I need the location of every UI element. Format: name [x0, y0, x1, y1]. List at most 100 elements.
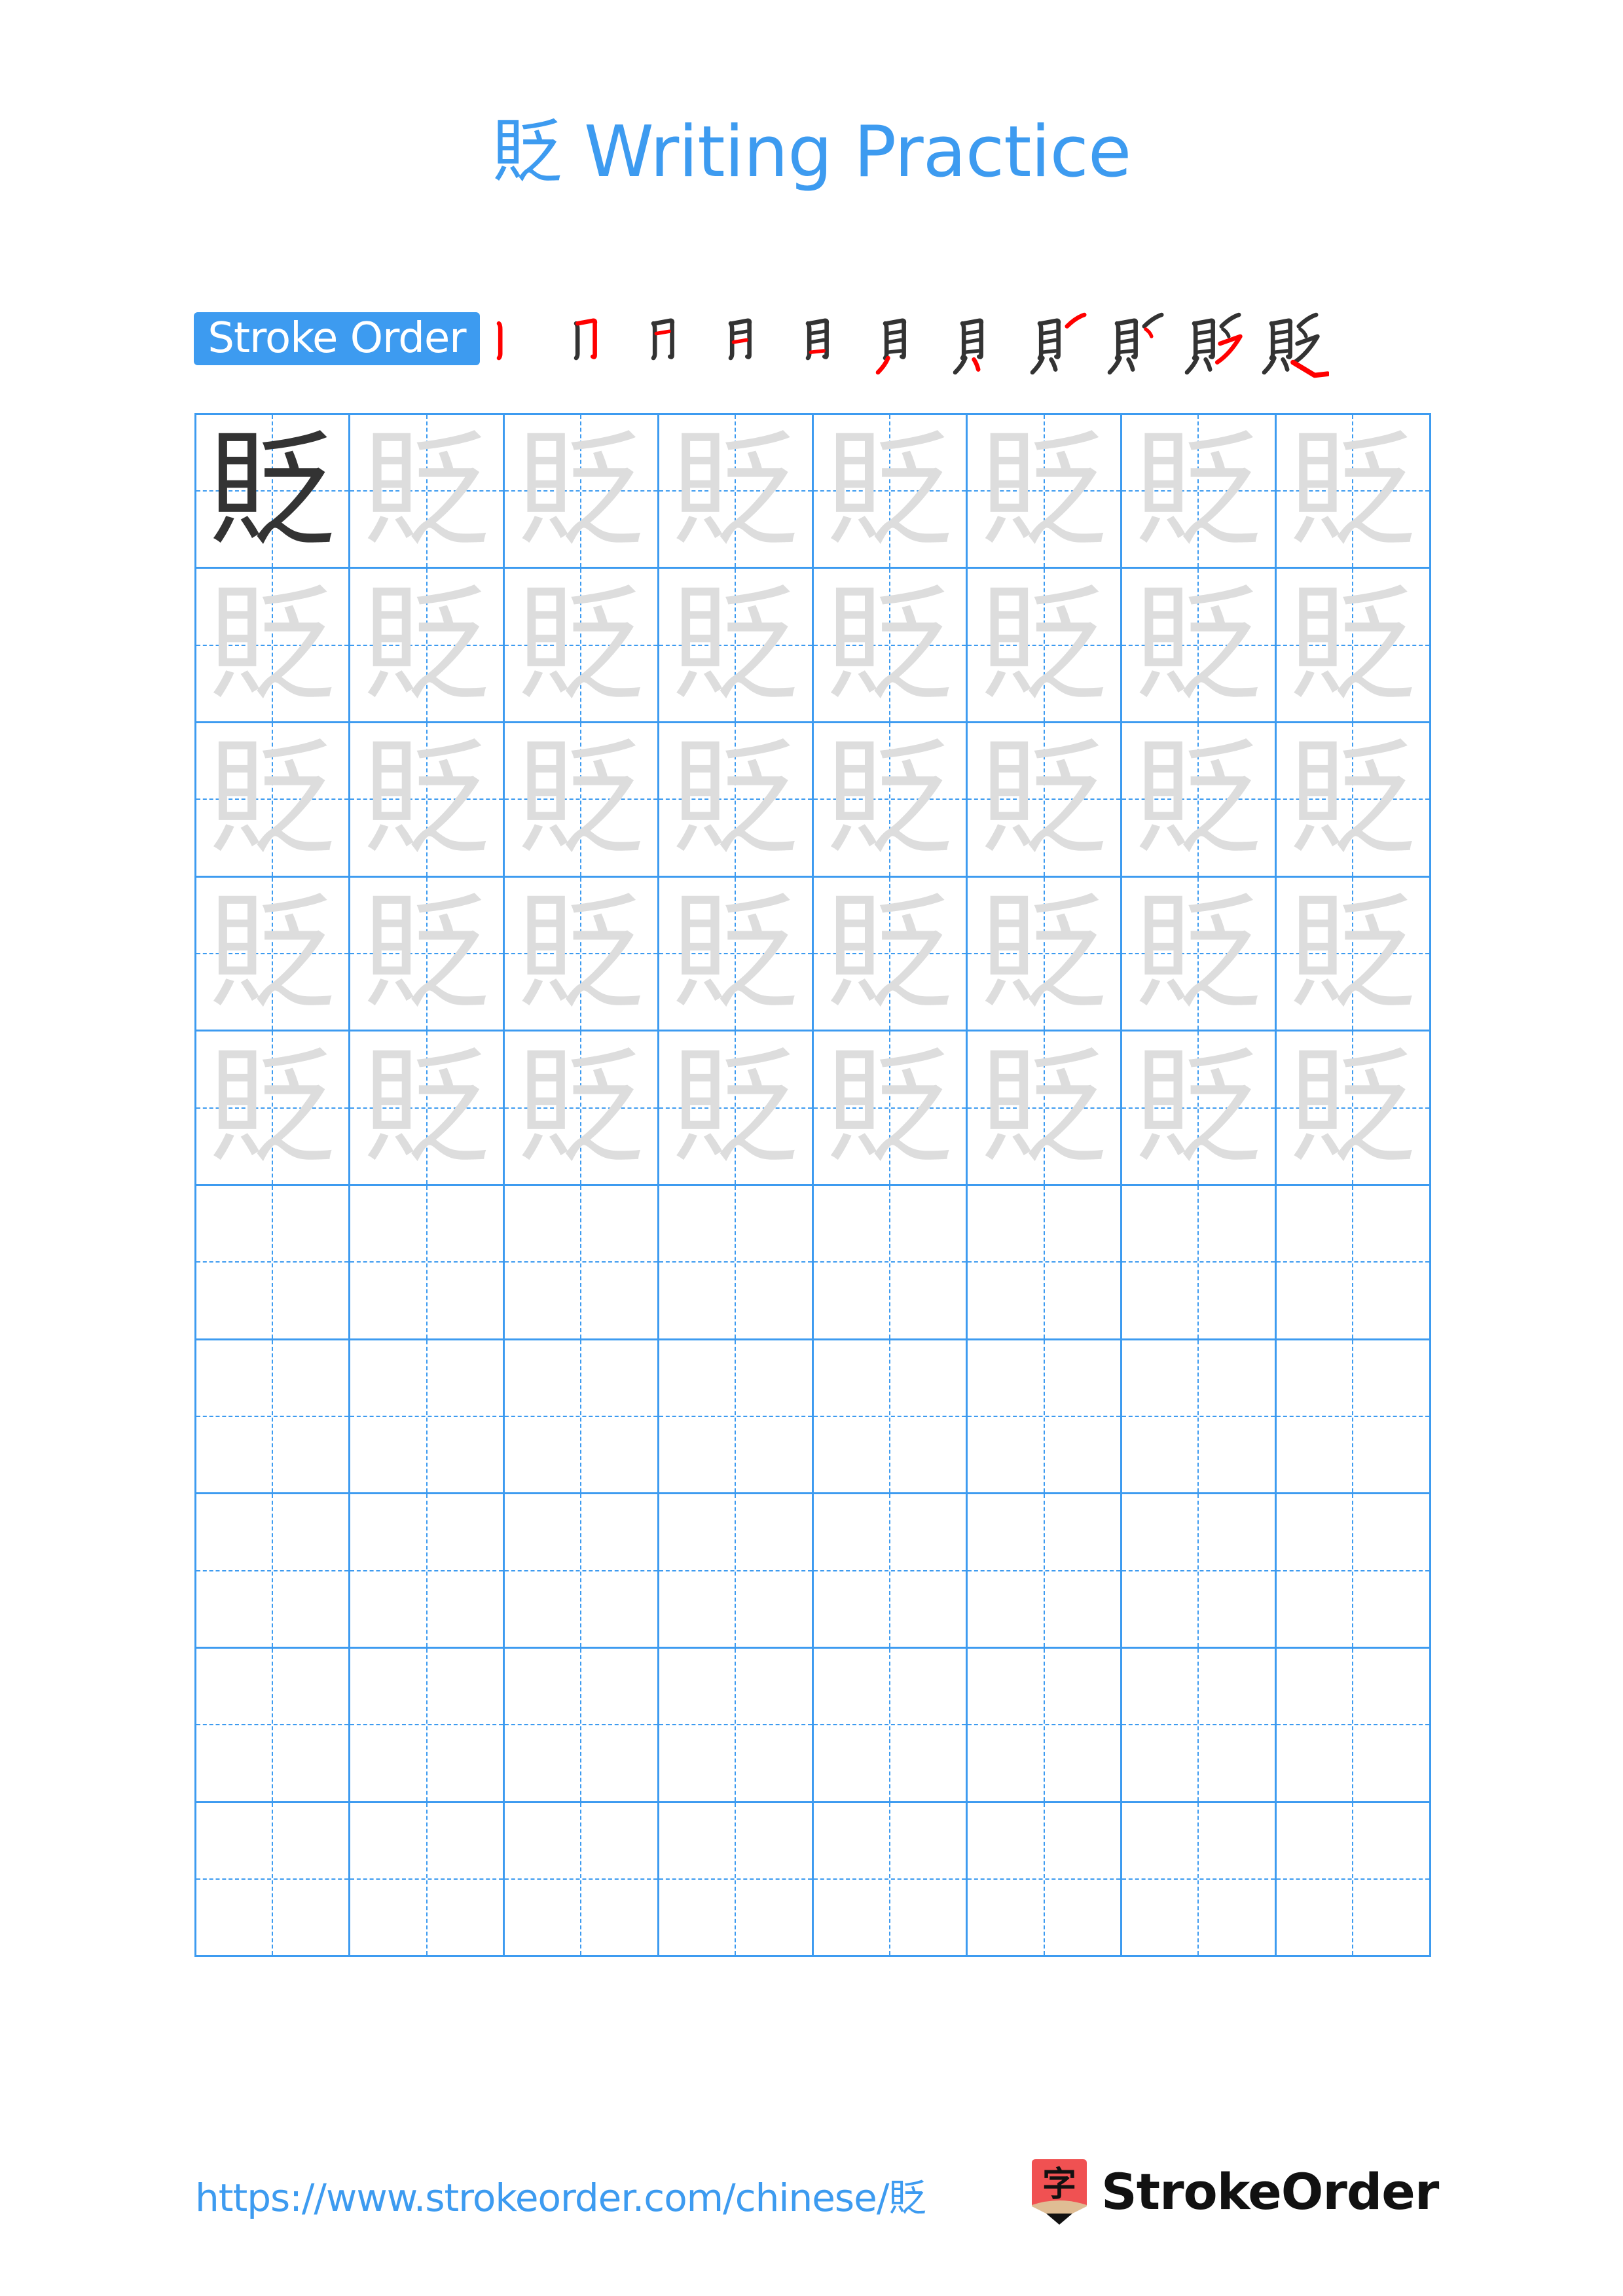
practice-cell[interactable]: [811, 1647, 968, 1803]
footer-url-link[interactable]: https://www.strokeorder.com/chinese/貶: [195, 2172, 926, 2224]
practice-cell[interactable]: [194, 1338, 351, 1495]
practice-cell[interactable]: 貶: [966, 875, 1122, 1032]
practice-cell[interactable]: [194, 1801, 351, 1958]
practice-cell[interactable]: 貶: [657, 875, 814, 1032]
practice-cell[interactable]: 貶: [194, 875, 351, 1032]
practice-cell[interactable]: 貶: [503, 567, 659, 723]
practice-cell[interactable]: 貶: [657, 412, 814, 569]
practice-cell[interactable]: 貶: [1274, 875, 1431, 1032]
practice-cell[interactable]: [966, 1184, 1122, 1340]
practice-cell[interactable]: [811, 1184, 968, 1340]
stroke-4: [886, 338, 903, 344]
practice-cell[interactable]: [657, 1338, 814, 1495]
practice-cell[interactable]: 貶: [657, 721, 814, 878]
horizontal-guide-line: [505, 1878, 657, 1880]
practice-cell[interactable]: [503, 1801, 659, 1958]
practice-cell[interactable]: [1274, 1184, 1431, 1340]
practice-cell[interactable]: 貶: [811, 1030, 968, 1186]
practice-cell[interactable]: [1120, 1647, 1277, 1803]
practice-cell[interactable]: [194, 1647, 351, 1803]
practice-cell[interactable]: 貶: [348, 1030, 505, 1186]
practice-cell[interactable]: [1120, 1801, 1277, 1958]
practice-cell[interactable]: 貶: [1120, 412, 1277, 569]
practice-cell[interactable]: 貶: [811, 721, 968, 878]
practice-cell[interactable]: [194, 1184, 351, 1340]
horizontal-guide-line: [505, 1416, 657, 1418]
practice-cell[interactable]: [657, 1801, 814, 1958]
practice-cell[interactable]: 貶: [1120, 721, 1277, 878]
stroke-order-step-3: [639, 308, 711, 380]
practice-grid: 貶貶貶貶貶貶貶貶貶貶貶貶貶貶貶貶貶貶貶貶貶貶貶貶貶貶貶貶貶貶貶貶貶貶貶貶貶貶貶貶: [194, 412, 1431, 1958]
practice-cell[interactable]: [194, 1492, 351, 1649]
stroke-step-glyph: [728, 318, 752, 361]
practice-cell[interactable]: 貶: [657, 567, 814, 723]
practice-cell[interactable]: [811, 1338, 968, 1495]
practice-cell[interactable]: [1274, 1801, 1431, 1958]
practice-cell[interactable]: [966, 1647, 1122, 1803]
practice-cell[interactable]: 貶: [966, 567, 1122, 723]
practice-cell[interactable]: 貶: [348, 412, 505, 569]
practice-cell[interactable]: [503, 1647, 659, 1803]
practice-cell[interactable]: 貶: [194, 1030, 351, 1186]
practice-cell[interactable]: 貶: [348, 567, 505, 723]
practice-cell[interactable]: [657, 1184, 814, 1340]
practice-cell[interactable]: 貶: [1274, 1030, 1431, 1186]
practice-cell[interactable]: [503, 1338, 659, 1495]
practice-cell[interactable]: 貶: [194, 567, 351, 723]
practice-cell[interactable]: 貶: [966, 1030, 1122, 1186]
practice-cell[interactable]: [811, 1801, 968, 1958]
practice-cell[interactable]: 貶: [503, 875, 659, 1032]
practice-cell[interactable]: 貶: [503, 721, 659, 878]
practice-cell[interactable]: 貶: [194, 721, 351, 878]
practice-cell[interactable]: [1120, 1492, 1277, 1649]
practice-cell[interactable]: [1274, 1647, 1431, 1803]
practice-cell[interactable]: [348, 1801, 505, 1958]
stroke-3: [654, 329, 671, 336]
practice-cell[interactable]: 貶: [348, 721, 505, 878]
trace-character: 貶: [671, 1033, 800, 1183]
practice-cell[interactable]: 貶: [966, 412, 1122, 569]
practice-cell[interactable]: [657, 1647, 814, 1803]
practice-cell[interactable]: 貶: [966, 721, 1122, 878]
practice-cell[interactable]: [811, 1492, 968, 1649]
trace-character: 貶: [1288, 1033, 1417, 1183]
practice-cell[interactable]: 貶: [1274, 412, 1431, 569]
practice-cell[interactable]: 貶: [1120, 875, 1277, 1032]
stroke-8: [1296, 312, 1319, 329]
practice-cell[interactable]: 貶: [1274, 721, 1431, 878]
practice-cell[interactable]: [966, 1338, 1122, 1495]
stroke-11: [1290, 359, 1329, 378]
practice-cell[interactable]: [348, 1647, 505, 1803]
practice-cell[interactable]: 貶: [657, 1030, 814, 1186]
stroke-order-step-2: [562, 308, 634, 380]
trace-character: 貶: [979, 416, 1108, 565]
practice-cell[interactable]: 貶: [503, 1030, 659, 1186]
practice-cell[interactable]: 貶: [348, 875, 505, 1032]
practice-cell[interactable]: [966, 1492, 1122, 1649]
horizontal-guide-line: [505, 1724, 657, 1726]
practice-cell[interactable]: 貶: [194, 412, 351, 569]
practice-cell[interactable]: 貶: [811, 412, 968, 569]
practice-cell[interactable]: 貶: [1120, 567, 1277, 723]
logo-glyph: 字: [1042, 2165, 1076, 2204]
practice-cell[interactable]: [348, 1338, 505, 1495]
practice-cell[interactable]: [348, 1492, 505, 1649]
practice-cell[interactable]: [1120, 1338, 1277, 1495]
practice-cell[interactable]: [657, 1492, 814, 1649]
practice-cell[interactable]: 貶: [811, 567, 968, 723]
practice-cell[interactable]: [348, 1184, 505, 1340]
practice-cell[interactable]: 貶: [1274, 567, 1431, 723]
practice-cell[interactable]: [1274, 1338, 1431, 1495]
practice-cell[interactable]: 貶: [811, 875, 968, 1032]
brand-logo[interactable]: 字 StrokeOrder: [1032, 2159, 1439, 2225]
practice-cell[interactable]: [503, 1492, 659, 1649]
trace-character: 貶: [208, 878, 337, 1028]
practice-cell[interactable]: [966, 1801, 1122, 1958]
horizontal-guide-line: [350, 1878, 503, 1880]
horizontal-guide-line: [505, 1261, 657, 1263]
practice-cell[interactable]: 貶: [1120, 1030, 1277, 1186]
practice-cell[interactable]: [503, 1184, 659, 1340]
practice-cell[interactable]: [1274, 1492, 1431, 1649]
practice-cell[interactable]: [1120, 1184, 1277, 1340]
practice-cell[interactable]: 貶: [503, 412, 659, 569]
